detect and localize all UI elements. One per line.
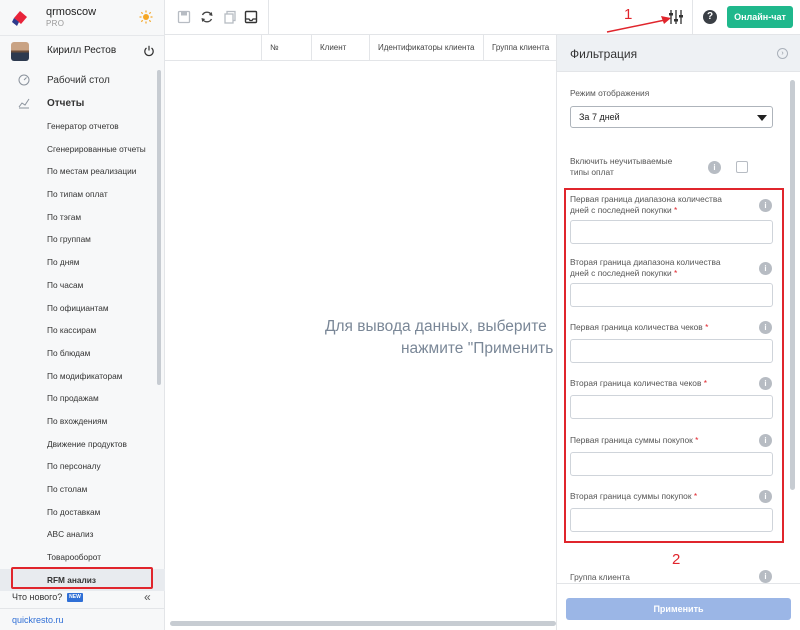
chevron-down-icon (757, 115, 767, 121)
report-item-turnover[interactable]: Товарооборот (0, 546, 165, 569)
nav-item-reports[interactable]: Отчеты (0, 93, 165, 116)
include-unaccounted-checkbox[interactable] (736, 161, 748, 173)
report-item-by-hours[interactable]: По часам (0, 274, 165, 297)
table-header: № Клиент Идентификаторы клиента Группа к… (165, 35, 557, 61)
site-link[interactable]: quickresto.ru (12, 615, 64, 625)
user-block[interactable]: Кирилл Рестов (0, 40, 165, 64)
sidebar: qrmoscow PRO Кирилл Рестов Рабочий стол (0, 0, 165, 630)
close-panel-icon[interactable]: › (777, 48, 788, 59)
brand-logo-icon (12, 11, 27, 26)
info-icon[interactable]: i (759, 570, 772, 583)
report-item-by-waiters[interactable]: По официантам (0, 297, 165, 320)
reports-submenu: Генератор отчетов Сгенерированные отчеты… (0, 115, 165, 592)
brand-header: qrmoscow PRO (0, 0, 165, 36)
toolbar-divider (692, 0, 693, 35)
include-unaccounted-label-line2: типы оплат (570, 167, 614, 177)
gauge-icon (18, 74, 30, 86)
report-item-by-groups[interactable]: По группам (0, 228, 165, 251)
report-item-by-sales[interactable]: По продажам (0, 387, 165, 410)
annotation-number-2: 2 (672, 551, 681, 568)
empty-state-line2: нажмите "Применить (401, 340, 554, 357)
report-item-generated[interactable]: Сгенерированные отчеты (0, 138, 165, 161)
report-item-by-cashiers[interactable]: По кассирам (0, 319, 165, 342)
annotation-arrow-icon (606, 16, 671, 33)
toolbar: 1 ? Онлайн-чат (165, 0, 800, 35)
report-item-by-staff[interactable]: По персоналу (0, 455, 165, 478)
report-item-abc[interactable]: ABC анализ (0, 523, 165, 546)
report-item-product-movement[interactable]: Движение продуктов (0, 433, 165, 456)
main-nav: Рабочий стол Отчеты (0, 70, 165, 116)
help-icon[interactable]: ? (703, 10, 717, 24)
report-item-by-dishes[interactable]: По блюдам (0, 342, 165, 365)
empty-state-line1: Для вывода данных, выберите (325, 318, 547, 335)
include-unaccounted-label-line1: Включить неучитываемые (570, 156, 673, 166)
chart-icon (18, 98, 30, 109)
sidebar-scrollbar[interactable] (157, 70, 161, 385)
nav-item-dashboard[interactable]: Рабочий стол (0, 70, 165, 93)
collapse-sidebar-icon[interactable]: « (144, 590, 151, 604)
site-link-row: quickresto.ru (0, 608, 165, 630)
apply-button[interactable]: Применить (566, 598, 791, 620)
user-name: Кирилл Рестов (47, 45, 117, 56)
filter-panel: Фильтрация › Режим отображения За 7 дней… (556, 35, 800, 630)
column-client-group[interactable]: Группа клиента (483, 35, 557, 61)
new-badge: NEW (67, 593, 83, 602)
whats-new-label: Что нового? (12, 592, 63, 602)
report-item-by-entries[interactable]: По вхождениям (0, 410, 165, 433)
report-item-by-tables[interactable]: По столам (0, 478, 165, 501)
column-client[interactable]: Клиент (311, 35, 369, 61)
avatar[interactable] (11, 42, 29, 61)
column-number[interactable]: № (261, 35, 311, 61)
filter-sliders-icon[interactable] (668, 9, 684, 25)
save-icon[interactable] (177, 10, 191, 24)
toolbar-divider (268, 0, 269, 35)
horizontal-scrollbar[interactable] (170, 621, 556, 626)
report-item-by-days[interactable]: По дням (0, 251, 165, 274)
report-item-by-modifiers[interactable]: По модификаторам (0, 365, 165, 388)
power-icon[interactable] (143, 45, 155, 57)
report-item-by-places[interactable]: По местам реализации (0, 160, 165, 183)
filter-panel-header: Фильтрация › (557, 35, 800, 72)
info-icon[interactable]: i (708, 161, 721, 174)
fields-highlight-box (564, 188, 784, 543)
mode-label: Режим отображения (570, 88, 650, 98)
copy-icon[interactable] (223, 10, 237, 24)
nav-item-label: Рабочий стол (47, 75, 110, 86)
filter-panel-scrollbar[interactable] (790, 80, 795, 490)
report-item-by-deliveries[interactable]: По доставкам (0, 501, 165, 524)
brand-plan: PRO (46, 19, 65, 28)
rfm-highlight-box (11, 567, 153, 589)
online-chat-button[interactable]: Онлайн-чат (727, 6, 793, 28)
nav-item-label: Отчеты (47, 98, 85, 109)
filter-panel-footer: Применить (557, 583, 800, 630)
inbox-icon[interactable] (244, 10, 258, 24)
report-item-by-payment-types[interactable]: По типам оплат (0, 183, 165, 206)
sun-icon[interactable] (139, 10, 153, 24)
report-item-generator[interactable]: Генератор отчетов (0, 115, 165, 138)
whats-new[interactable]: Что нового? NEW « (0, 590, 165, 606)
filter-panel-title: Фильтрация (570, 47, 638, 61)
refresh-icon[interactable] (200, 10, 214, 24)
brand-name: qrmoscow (46, 6, 97, 18)
report-item-by-tags[interactable]: По тэгам (0, 206, 165, 229)
column-client-ids[interactable]: Идентификаторы клиента (369, 35, 483, 61)
mode-select[interactable]: За 7 дней (570, 106, 773, 128)
client-group-label: Группа клиента (570, 572, 630, 582)
mode-select-value: За 7 дней (579, 112, 620, 122)
